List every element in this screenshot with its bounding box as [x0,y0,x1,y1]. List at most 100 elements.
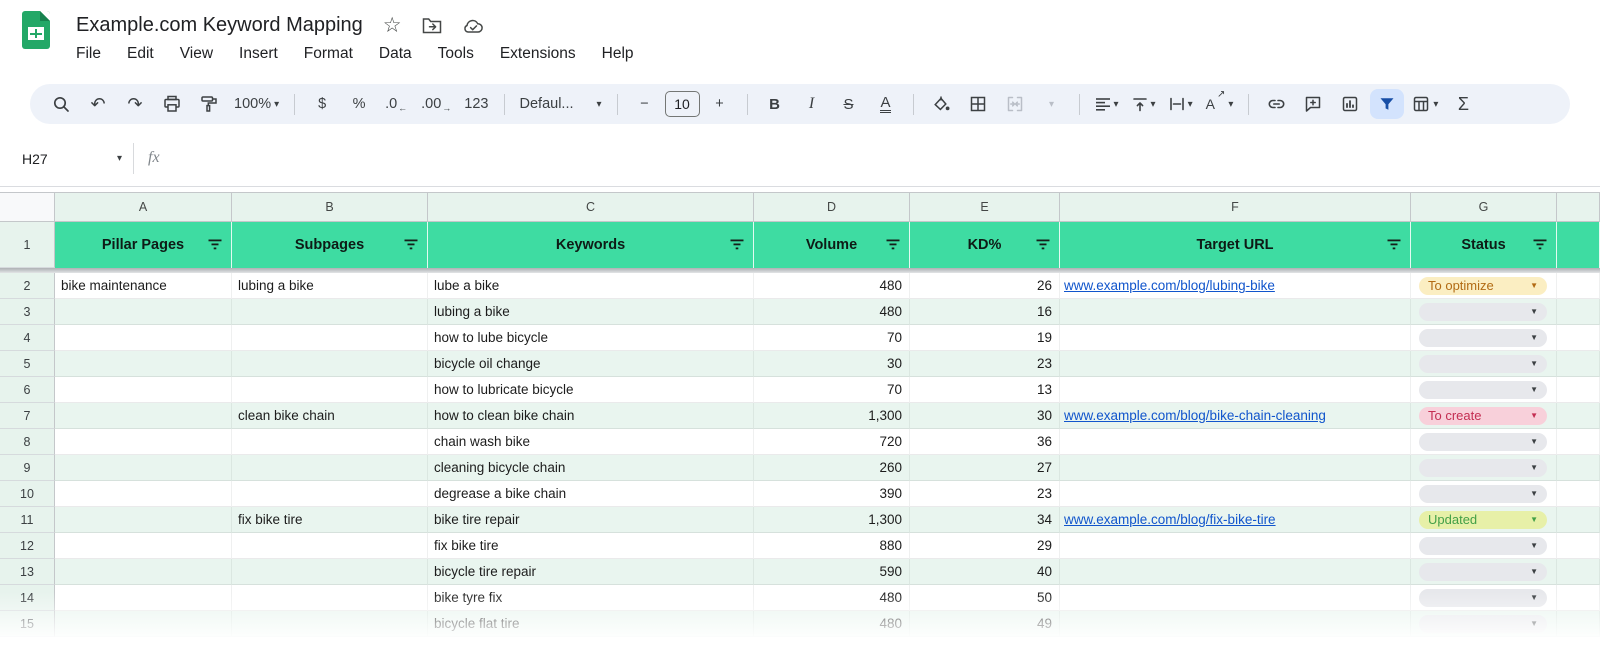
text-rotation-button[interactable]: A↗ ▾ [1201,89,1239,119]
row-number[interactable]: 10 [0,481,55,507]
cell-target-url[interactable] [1060,533,1411,559]
menu-format[interactable]: Format [304,45,353,63]
select-all-corner[interactable] [0,192,55,222]
column-letter-f[interactable]: F [1060,192,1411,222]
borders-button[interactable] [961,89,995,119]
cell-target-url[interactable] [1060,481,1411,507]
header-filter-icon[interactable] [1387,240,1401,251]
cell-target-url[interactable] [1060,429,1411,455]
move-to-folder-icon[interactable] [422,17,442,34]
row-number[interactable]: 13 [0,559,55,585]
cell-volume[interactable]: 720 [754,429,910,455]
column-letter-c[interactable]: C [428,192,754,222]
cell-status[interactable]: Updated ▼ [1411,507,1557,533]
cell-keywords[interactable]: bike tyre fix [428,585,754,611]
status-chip[interactable]: ▼ [1419,433,1547,451]
undo-button[interactable]: ↶ [81,89,115,119]
insert-chart-button[interactable] [1333,89,1367,119]
status-chip[interactable]: To optimize ▼ [1419,277,1547,295]
cell-target-url[interactable] [1060,585,1411,611]
status-chip[interactable]: ▼ [1419,459,1547,477]
menu-help[interactable]: Help [602,45,634,63]
cell-volume[interactable]: 30 [754,351,910,377]
bold-button[interactable]: B [758,89,792,119]
cell-pillar-pages[interactable] [55,299,232,325]
cell-subpages[interactable]: clean bike chain [232,403,428,429]
paint-format-button[interactable] [192,89,226,119]
cell-target-url[interactable] [1060,559,1411,585]
cell-pillar-pages[interactable] [55,325,232,351]
merge-cells-dropdown[interactable]: ▾ [1035,89,1069,119]
cell-subpages[interactable] [232,533,428,559]
cell-keywords[interactable]: cleaning bicycle chain [428,455,754,481]
cell-keywords[interactable]: bicycle flat tire [428,611,754,637]
cell-volume[interactable]: 390 [754,481,910,507]
cell-status[interactable]: ▼ [1411,611,1557,637]
target-url-link[interactable]: www.example.com/blog/fix-bike-tire [1064,512,1276,527]
cell-volume[interactable]: 1,300 [754,403,910,429]
cell-target-url[interactable] [1060,455,1411,481]
fill-color-button[interactable] [924,89,958,119]
cloud-saved-icon[interactable] [462,17,485,34]
cell-kd[interactable]: 36 [910,429,1060,455]
menu-data[interactable]: Data [379,45,412,63]
insert-comment-button[interactable] [1296,89,1330,119]
cell-subpages[interactable] [232,351,428,377]
cell-status[interactable]: ▼ [1411,429,1557,455]
insert-link-button[interactable] [1259,89,1293,119]
cell-volume[interactable]: 480 [754,299,910,325]
cell-pillar-pages[interactable] [55,585,232,611]
menu-view[interactable]: View [180,45,213,63]
cell-pillar-pages[interactable]: bike maintenance [55,273,232,299]
row-number[interactable]: 2 [0,273,55,299]
cell-overflow[interactable] [1557,533,1600,559]
cell-target-url[interactable] [1060,325,1411,351]
cell-volume[interactable]: 590 [754,559,910,585]
cell-pillar-pages[interactable] [55,429,232,455]
row-number[interactable]: 11 [0,507,55,533]
merge-cells-button[interactable] [998,89,1032,119]
cell-keywords[interactable]: fix bike tire [428,533,754,559]
status-chip[interactable]: ▼ [1419,615,1547,633]
cell-target-url[interactable] [1060,299,1411,325]
cell-target-url[interactable] [1060,377,1411,403]
cell-overflow[interactable] [1557,481,1600,507]
cell-subpages[interactable] [232,455,428,481]
cell-keywords[interactable]: bike tire repair [428,507,754,533]
row-number[interactable]: 8 [0,429,55,455]
cell-keywords[interactable]: lubing a bike [428,299,754,325]
zoom-select[interactable]: 100%▾ [229,89,284,119]
search-button[interactable] [44,89,78,119]
text-wrap-button[interactable]: ▾ [1164,89,1198,119]
cell-status[interactable]: ▼ [1411,559,1557,585]
menu-edit[interactable]: Edit [127,45,154,63]
cell-target-url[interactable] [1060,611,1411,637]
column-letter-b[interactable]: B [232,192,428,222]
cell-overflow[interactable] [1557,559,1600,585]
status-chip[interactable]: ▼ [1419,485,1547,503]
cell-status[interactable]: To create ▼ [1411,403,1557,429]
header-filter-icon[interactable] [730,240,744,251]
cell-keywords[interactable]: how to lube bicycle [428,325,754,351]
text-color-button[interactable]: A [869,89,903,119]
fx-icon[interactable]: fx [148,149,160,167]
cell-subpages[interactable] [232,377,428,403]
cell-kd[interactable]: 50 [910,585,1060,611]
cell-kd[interactable]: 34 [910,507,1060,533]
cell-subpages[interactable] [232,481,428,507]
cell-target-url[interactable]: www.example.com/blog/fix-bike-tire [1060,507,1411,533]
decrease-decimals-button[interactable]: .0← [379,89,413,119]
status-chip[interactable]: ▼ [1419,355,1547,373]
document-title[interactable]: Example.com Keyword Mapping [76,14,363,37]
cell-kd[interactable]: 27 [910,455,1060,481]
column-letter-g[interactable]: G [1411,192,1557,222]
row-number[interactable]: 4 [0,325,55,351]
cell-overflow[interactable] [1557,403,1600,429]
menu-insert[interactable]: Insert [239,45,278,63]
cell-pillar-pages[interactable] [55,507,232,533]
font-select[interactable]: Defaul...▾ [515,89,607,119]
status-chip[interactable]: ▼ [1419,537,1547,555]
cell-target-url[interactable]: www.example.com/blog/lubing-bike [1060,273,1411,299]
header-cell-status[interactable]: Status [1411,222,1557,268]
cell-kd[interactable]: 30 [910,403,1060,429]
